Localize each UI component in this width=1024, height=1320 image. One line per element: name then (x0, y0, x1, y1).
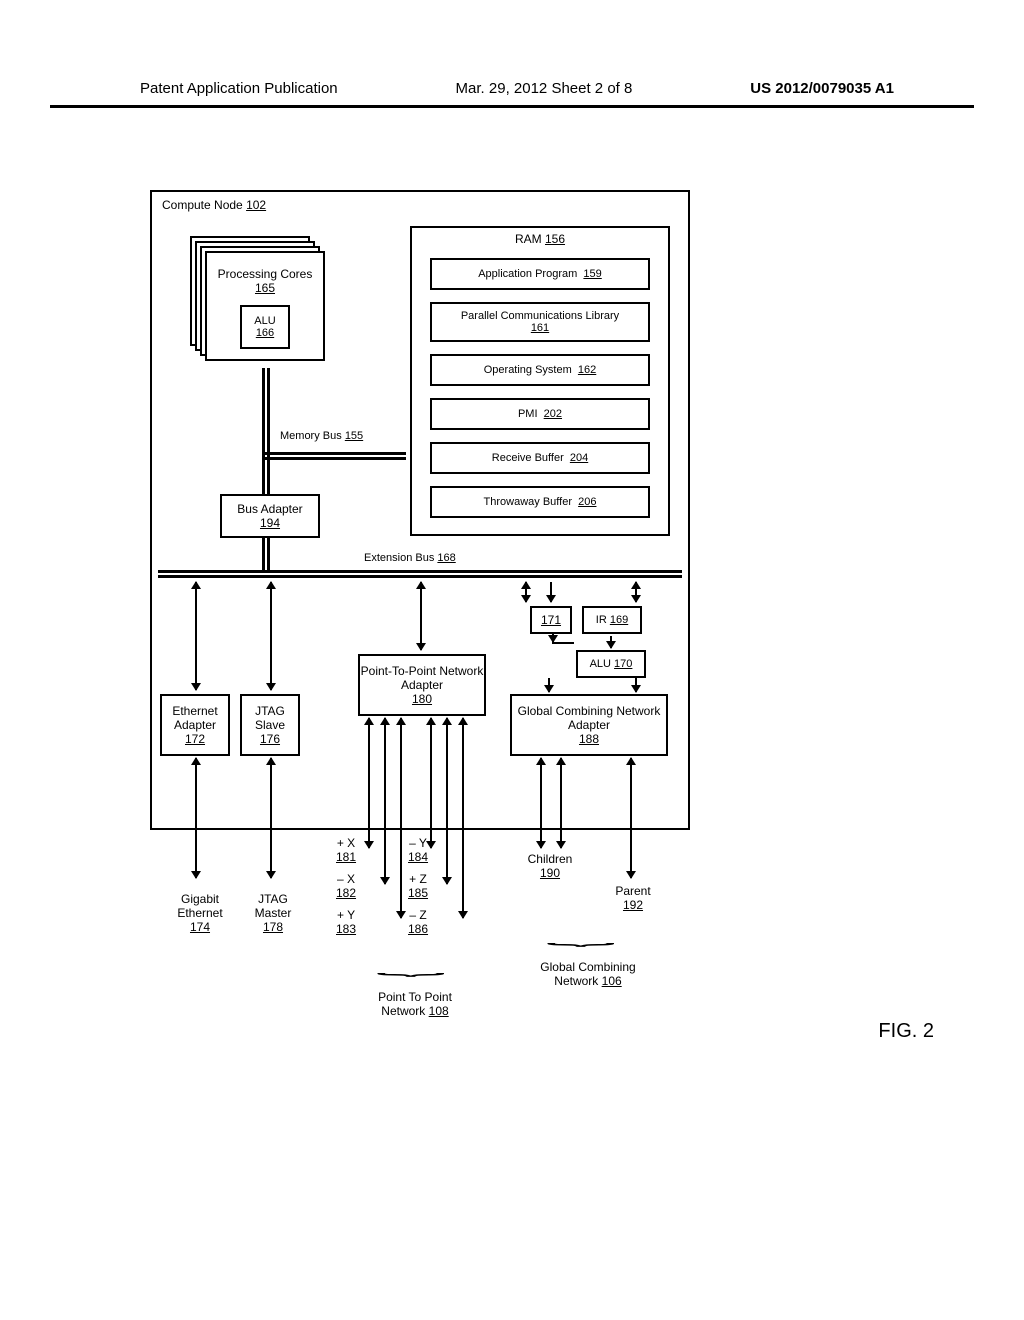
figure-label: FIG. 2 (878, 1020, 934, 1043)
arrow-ir-right (635, 582, 637, 602)
ram-item-pmi: PMI 202 (430, 398, 650, 430)
arrow-alu-gcn (635, 678, 637, 692)
brace-ptp: ⏟ (376, 955, 445, 977)
memory-bus-vline (262, 368, 270, 494)
arrow-mx (384, 718, 386, 884)
arrow-my (430, 718, 432, 848)
arrow-171-gcn (548, 678, 550, 692)
arrow-jtag-master (270, 758, 272, 878)
pz-label: + Z185 (408, 872, 428, 900)
px-label: + X181 (336, 836, 356, 864)
children-label: Children190 (520, 852, 580, 880)
alu2-box: ALU 170 (576, 650, 646, 678)
arrow-px (368, 718, 370, 848)
gcn-net-label: Global Combining Network 106 (538, 960, 638, 988)
ram-item-app: Application Program 159 (430, 258, 650, 290)
ptp-net-label: Point To Point Network 108 (360, 990, 470, 1018)
arrow-171-up (525, 582, 527, 602)
alu-box: ALU 166 (240, 305, 290, 349)
arrow-py (400, 718, 402, 918)
diagram: Compute Node 102 Processing Cores 165 AL… (150, 190, 710, 1110)
mx-label: – X182 (336, 872, 356, 900)
arrow-parent (630, 758, 632, 878)
ram-item-throw: Throwaway Buffer 206 (430, 486, 650, 518)
extension-bus-line (158, 570, 682, 578)
memory-bus-label: Memory Bus 155 (280, 430, 363, 442)
header-center: Mar. 29, 2012 Sheet 2 of 8 (456, 80, 633, 97)
extension-bus-label: Extension Bus 168 (364, 552, 456, 564)
ram-item-os: Operating System 162 (430, 354, 650, 386)
ram-item-recv: Receive Buffer 204 (430, 442, 650, 474)
arrow-mz (462, 718, 464, 918)
p2p-adapter: Point-To-Point Network Adapter 180 (358, 654, 486, 716)
arrow-ir-down (550, 582, 552, 602)
arrow-ir-alu (610, 636, 612, 648)
arrow-jtag (270, 582, 272, 690)
arrow-gigabit (195, 758, 197, 878)
arrow-pz (446, 718, 448, 884)
ram-box: RAM 156 Application Program 159 Parallel… (410, 226, 670, 536)
gigabit-label: Gigabit Ethernet174 (170, 892, 230, 934)
ir-box: IR 169 (582, 606, 642, 634)
bus-adapter-box: Bus Adapter 194 (220, 494, 320, 538)
my-label: – Y184 (408, 836, 428, 864)
ram-label: RAM 156 (515, 232, 565, 246)
processing-cores-front: Processing Cores 165 ALU 166 (205, 251, 325, 361)
ram-item-parcom: Parallel Communications Library 161 (430, 302, 650, 342)
parent-label: Parent192 (608, 884, 658, 912)
arrow-p2p (420, 582, 422, 650)
brace-gcn: ⏟ (546, 925, 615, 947)
memory-bus-vline2 (262, 538, 270, 570)
processing-cores: Processing Cores 165 ALU 166 (190, 236, 320, 356)
arrow-171-alu-v (552, 634, 554, 642)
jtag-master-label: JTAG Master178 (248, 892, 298, 934)
arrow-children1 (540, 758, 542, 848)
compute-node-label: Compute Node 102 (162, 198, 266, 212)
py-label: + Y183 (336, 908, 356, 936)
header-right: US 2012/0079035 A1 (750, 80, 894, 97)
arrow-children2 (560, 758, 562, 848)
cores-label: Processing Cores (218, 267, 313, 281)
memory-bus-hline (262, 452, 406, 460)
mz-label: – Z186 (408, 908, 428, 936)
header-left: Patent Application Publication (140, 80, 338, 97)
page-header: Patent Application Publication Mar. 29, … (50, 0, 974, 108)
reg-171: 171 (530, 606, 572, 634)
arrow-eth (195, 582, 197, 690)
jtag-slave: JTAG Slave 176 (240, 694, 300, 756)
cores-ref: 165 (255, 281, 275, 295)
gcn-adapter: Global Combining Network Adapter 188 (510, 694, 668, 756)
eth-adapter: Ethernet Adapter 172 (160, 694, 230, 756)
